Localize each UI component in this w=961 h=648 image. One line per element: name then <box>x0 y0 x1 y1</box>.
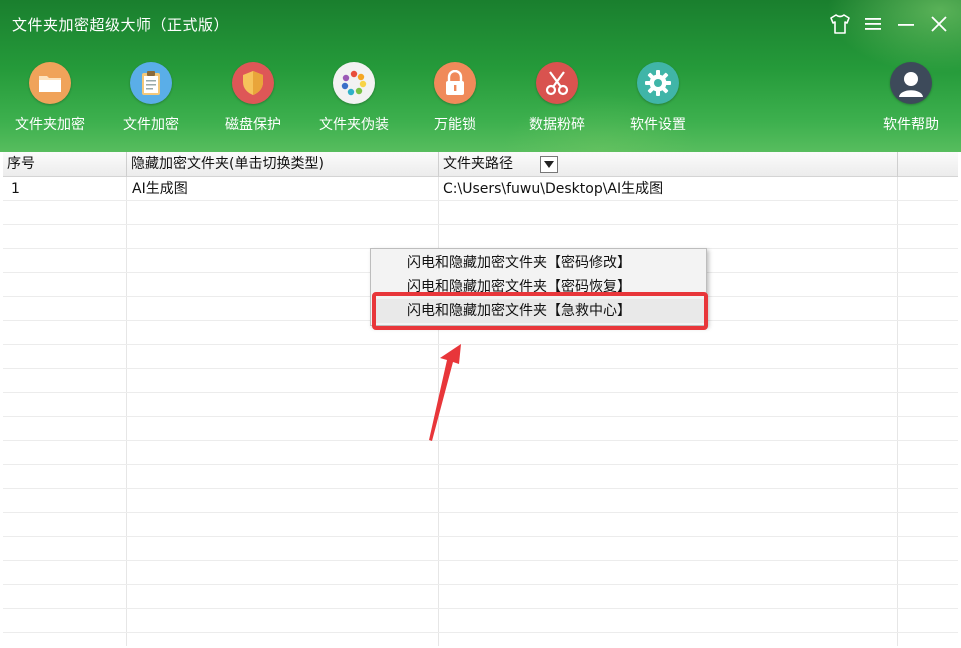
toolbar-label: 磁盘保护 <box>225 117 281 133</box>
column-header-index[interactable]: 序号 <box>3 152 127 177</box>
table-row-empty[interactable] <box>3 561 958 585</box>
folder-table: 序号 隐藏加密文件夹(单击切换类型) 文件夹路径 1 AI生成图 C:\User… <box>3 152 958 646</box>
toolbar-data-shred[interactable]: 数据粉碎 <box>509 62 605 144</box>
table-row-empty[interactable] <box>3 417 958 441</box>
menu-item-rescue-center[interactable]: 闪电和隐藏加密文件夹【急救中心】 <box>372 299 705 323</box>
color-wheel-icon <box>333 62 375 104</box>
table-row-empty[interactable] <box>3 441 958 465</box>
skin-icon[interactable] <box>826 10 854 38</box>
gear-icon <box>637 62 679 104</box>
column-header-empty <box>898 152 958 177</box>
toolbar-label: 万能锁 <box>434 117 476 133</box>
table-row-empty[interactable] <box>3 537 958 561</box>
header: 文件夹加密超级大师（正式版） 文件夹加密 文件加密 磁盘保护 文件夹伪装 万能锁… <box>0 0 961 152</box>
toolbar-settings[interactable]: 软件设置 <box>610 62 706 144</box>
table-row-empty[interactable] <box>3 345 958 369</box>
menu-icon[interactable] <box>859 10 887 38</box>
close-icon[interactable] <box>925 10 953 38</box>
table-row-empty[interactable] <box>3 201 958 225</box>
cell-index: 1 <box>11 181 20 197</box>
table-row-empty[interactable] <box>3 393 958 417</box>
toolbar-file-encrypt[interactable]: 文件加密 <box>103 62 199 144</box>
table-row-empty[interactable] <box>3 513 958 537</box>
toolbar-label: 数据粉碎 <box>529 117 585 133</box>
column-header-label: 隐藏加密文件夹(单击切换类型) <box>131 156 324 172</box>
toolbar-folder-encrypt[interactable]: 文件夹加密 <box>2 62 98 144</box>
cell-folder-name: AI生成图 <box>132 181 188 197</box>
cell-folder-path: C:\Users\fuwu\Desktop\AI生成图 <box>443 181 664 197</box>
menu-item-password-change[interactable]: 闪电和隐藏加密文件夹【密码修改】 <box>372 251 705 275</box>
toolbar-folder-disguise[interactable]: 文件夹伪装 <box>306 62 402 144</box>
table-row-empty[interactable] <box>3 225 958 249</box>
toolbar-label: 软件设置 <box>630 117 686 133</box>
minimize-icon[interactable] <box>892 10 920 38</box>
column-header-folder-type[interactable]: 隐藏加密文件夹(单击切换类型) <box>127 152 558 177</box>
toolbar-label: 文件夹加密 <box>15 117 85 133</box>
shield-icon <box>232 62 274 104</box>
user-icon <box>890 62 932 104</box>
table-row-empty[interactable] <box>3 465 958 489</box>
table-row-empty[interactable] <box>3 585 958 609</box>
menu-item-password-recovery[interactable]: 闪电和隐藏加密文件夹【密码恢复】 <box>372 275 705 299</box>
toolbar-disk-protect[interactable]: 磁盘保护 <box>205 62 301 144</box>
toolbar-universal-lock[interactable]: 万能锁 <box>407 62 503 144</box>
table-row-empty[interactable] <box>3 489 958 513</box>
toolbar-label: 软件帮助 <box>883 117 939 133</box>
table-header: 序号 隐藏加密文件夹(单击切换类型) 文件夹路径 <box>3 152 958 177</box>
app-window: 文件夹加密超级大师（正式版） 文件夹加密 文件加密 磁盘保护 文件夹伪装 万能锁… <box>0 0 961 648</box>
context-menu: 闪电和隐藏加密文件夹【密码修改】 闪电和隐藏加密文件夹【密码恢复】 闪电和隐藏加… <box>370 248 707 326</box>
table-row-empty[interactable] <box>3 609 958 633</box>
scissors-icon <box>536 62 578 104</box>
window-title: 文件夹加密超级大师（正式版） <box>12 16 230 34</box>
lock-icon <box>434 62 476 104</box>
toolbar-label: 文件夹伪装 <box>319 117 389 133</box>
table-row[interactable]: 1 AI生成图 C:\Users\fuwu\Desktop\AI生成图 <box>3 177 958 201</box>
toolbar-label: 文件加密 <box>123 117 179 133</box>
table-row-empty[interactable] <box>3 633 958 646</box>
folder-icon <box>29 62 71 104</box>
toolbar-help[interactable]: 软件帮助 <box>863 62 959 144</box>
clipboard-icon <box>130 62 172 104</box>
table-row-empty[interactable] <box>3 369 958 393</box>
column-header-path[interactable]: 文件夹路径 <box>439 152 898 177</box>
